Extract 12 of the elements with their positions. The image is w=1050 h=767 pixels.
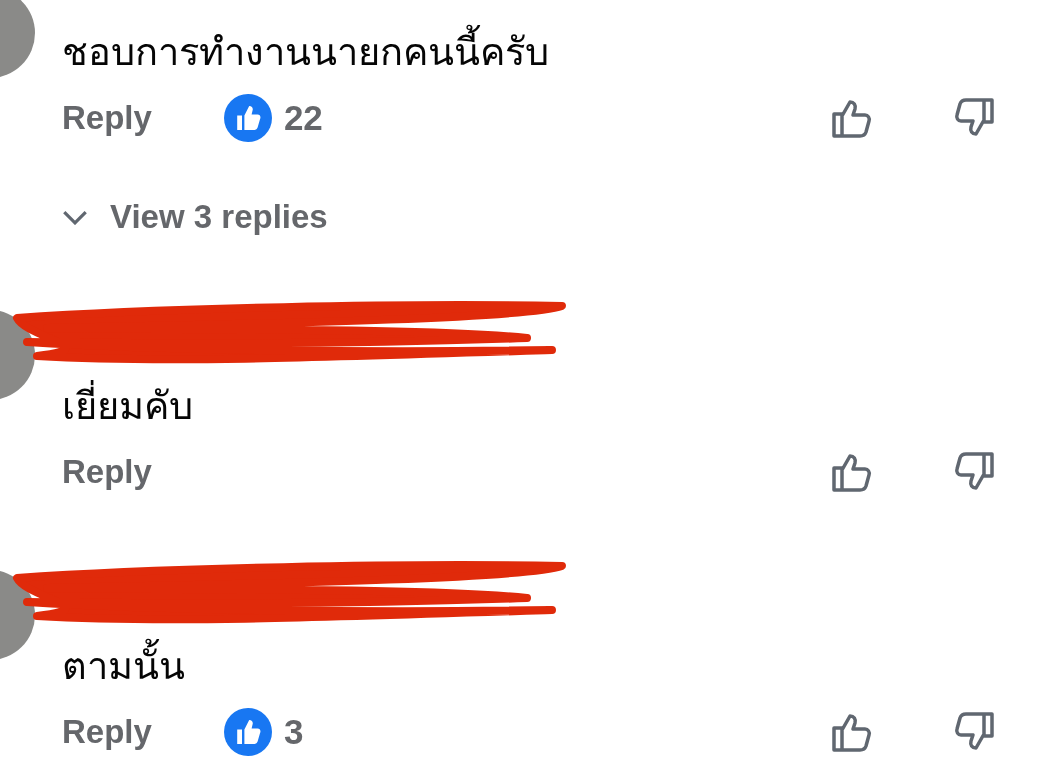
reply-button[interactable]: Reply — [62, 99, 152, 137]
view-replies-button[interactable]: View 3 replies — [62, 198, 998, 236]
comment-text: ตามนั้น — [62, 636, 998, 696]
thumbs-up-reaction-icon — [223, 94, 272, 142]
thumbs-up-reaction-icon — [223, 708, 272, 756]
chevron-down-icon — [62, 209, 88, 225]
like-count: 22 — [283, 98, 323, 138]
comment-text: เยี่ยมคับ — [62, 376, 998, 436]
comment-text: ชอบการทำงานนายกคนนี้ครับ — [62, 22, 998, 82]
reply-button[interactable]: Reply — [62, 453, 152, 491]
reply-button[interactable]: Reply — [62, 713, 152, 751]
like-count: 3 — [283, 712, 304, 752]
